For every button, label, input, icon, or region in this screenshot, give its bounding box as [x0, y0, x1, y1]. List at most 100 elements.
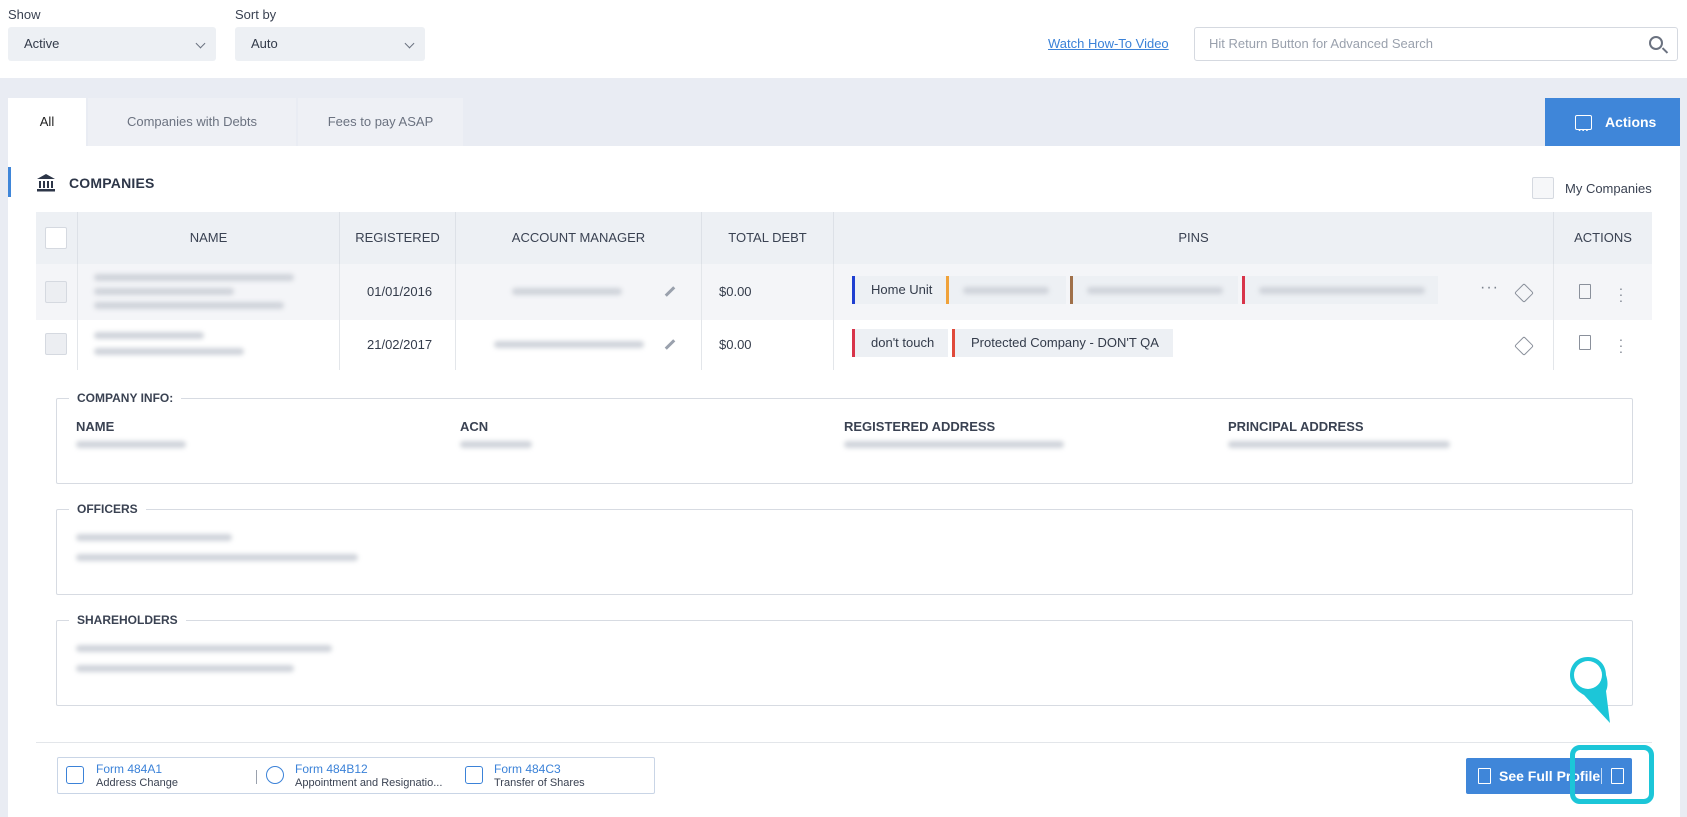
redacted-text: [1087, 287, 1223, 294]
table-row[interactable]: 01/01/2016 $0.00 Home Unit ··· · · ·: [36, 264, 1652, 320]
table-header: NAME REGISTERED ACCOUNT MANAGER TOTAL DE…: [36, 212, 1652, 264]
quick-forms-bar: Form 484A1 Address Change Form 484B12 Ap…: [57, 757, 655, 794]
pin-tag[interactable]: Home Unit: [852, 276, 947, 304]
redacted-text: [94, 348, 244, 355]
redacted-text: [512, 288, 622, 295]
chevron-down-icon: [195, 38, 206, 49]
actions-button[interactable]: Actions: [1545, 98, 1680, 155]
pin-tag[interactable]: don't touch: [852, 329, 949, 357]
redacted-text: [460, 441, 532, 448]
watch-howto-link[interactable]: Watch How-To Video: [1048, 36, 1169, 51]
top-filter-bar: Show Active Sort by Auto Watch How-To Vi…: [0, 0, 1687, 78]
certificate-icon: [465, 766, 483, 784]
redacted-text: [963, 287, 1049, 294]
more-pins-icon[interactable]: ···: [1480, 279, 1499, 297]
info-col-acn: ACN: [460, 419, 489, 434]
form-desc: Transfer of Shares: [494, 777, 585, 789]
row-debt-cell: $0.00: [702, 320, 834, 370]
tutorial-highlight: [1570, 745, 1654, 804]
row-debt-cell: $0.00: [702, 264, 834, 320]
kebab-menu-icon[interactable]: · · ·: [1618, 332, 1624, 358]
search-icon[interactable]: [1649, 36, 1663, 50]
redacted-text: [94, 274, 294, 281]
form-title: Form 484C3: [494, 762, 561, 776]
tab-all[interactable]: All: [8, 98, 86, 146]
search-input[interactable]: Hit Return Button for Advanced Search: [1194, 27, 1678, 61]
form-separator: [256, 770, 257, 784]
redacted-text: [76, 441, 186, 448]
select-all-checkbox[interactable]: [45, 227, 67, 249]
redacted-text: [94, 332, 204, 339]
shareholders-fieldset: SHAREHOLDERS: [56, 613, 1633, 706]
redacted-text: [1228, 441, 1450, 448]
redacted-text: [76, 534, 232, 541]
col-account-manager[interactable]: ACCOUNT MANAGER: [456, 212, 702, 264]
info-col-name: NAME: [76, 419, 115, 434]
pin-tag[interactable]: [946, 276, 1066, 304]
kebab-menu-icon[interactable]: · · ·: [1618, 281, 1624, 307]
row-name-cell: [78, 320, 340, 370]
company-info-legend: COMPANY INFO:: [69, 391, 182, 405]
tab-fees-to-pay[interactable]: Fees to pay ASAP: [298, 98, 463, 146]
view-doc-icon[interactable]: [1579, 284, 1591, 299]
form-desc: Appointment and Resignatio...: [295, 777, 443, 789]
form-484a1-link[interactable]: Form 484A1 Address Change: [96, 762, 178, 790]
col-total-debt[interactable]: TOTAL DEBT: [702, 212, 834, 264]
row-checkbox[interactable]: [45, 281, 67, 303]
show-select[interactable]: Active: [8, 27, 216, 61]
officers-fieldset: OFFICERS: [56, 502, 1633, 595]
row-name-cell: [78, 264, 340, 320]
info-col-principal-address: PRINCIPAL ADDRESS: [1228, 419, 1364, 434]
redacted-text: [76, 645, 332, 652]
redacted-text: [76, 665, 294, 672]
form-title: Form 484A1: [96, 762, 163, 776]
edit-pencil-icon[interactable]: [664, 286, 676, 297]
form-desc: Address Change: [96, 777, 178, 789]
total-debt: $0.00: [719, 337, 752, 352]
row-select-cell: [36, 264, 78, 320]
row-manager-cell: [456, 320, 702, 370]
row-actions-cell: · · ·: [1554, 264, 1652, 320]
registered-date: 21/02/2017: [367, 337, 433, 352]
registered-date: 01/01/2016: [367, 284, 433, 299]
col-name[interactable]: NAME: [78, 212, 340, 264]
bank-icon: [37, 174, 55, 192]
appointment-icon: [266, 766, 284, 784]
row-pins-cell: Home Unit ···: [834, 264, 1554, 320]
form-484b12-link[interactable]: Form 484B12 Appointment and Resignatio..…: [295, 762, 442, 790]
pin-tag[interactable]: Protected Company - DON'T QA: [952, 329, 1173, 357]
divider: [36, 742, 1652, 743]
pin-icon[interactable]: [1514, 336, 1534, 356]
section-accent: [8, 167, 11, 197]
table-row[interactable]: 21/02/2017 $0.00 don't touch Protected C…: [36, 320, 1652, 370]
actions-button-label: Actions: [1605, 114, 1657, 130]
section-title: COMPANIES: [69, 175, 155, 191]
officers-legend: OFFICERS: [69, 502, 146, 516]
tab-companies-with-debts[interactable]: Companies with Debts: [88, 98, 296, 146]
pin-tag[interactable]: [1242, 276, 1438, 304]
pin-tag[interactable]: [1070, 276, 1238, 304]
my-companies-label: My Companies: [1565, 181, 1652, 196]
edit-pencil-icon[interactable]: [664, 339, 676, 350]
tutorial-pointer-icon: [1570, 657, 1610, 723]
row-registered-cell: 21/02/2017: [340, 320, 456, 370]
my-companies-checkbox[interactable]: [1532, 177, 1554, 199]
row-checkbox[interactable]: [45, 333, 67, 355]
chevron-down-icon: [404, 38, 415, 49]
form-title: Form 484B12: [295, 762, 368, 776]
redacted-text: [94, 288, 234, 295]
form-484c3-link[interactable]: Form 484C3 Transfer of Shares: [494, 762, 585, 790]
col-registered[interactable]: REGISTERED: [340, 212, 456, 264]
row-select-cell: [36, 320, 78, 370]
show-label: Show: [8, 7, 41, 22]
sort-select-value: Auto: [251, 36, 278, 51]
redacted-text: [94, 302, 284, 309]
view-doc-icon[interactable]: [1579, 335, 1591, 350]
redacted-text: [494, 341, 644, 348]
redacted-text: [844, 441, 1064, 448]
sort-select[interactable]: Auto: [235, 27, 425, 61]
row-actions-cell: · · ·: [1554, 320, 1652, 370]
company-info-fieldset: COMPANY INFO: NAME ACN REGISTERED ADDRES…: [56, 391, 1633, 484]
pin-icon[interactable]: [1514, 283, 1534, 303]
total-debt: $0.00: [719, 284, 752, 299]
